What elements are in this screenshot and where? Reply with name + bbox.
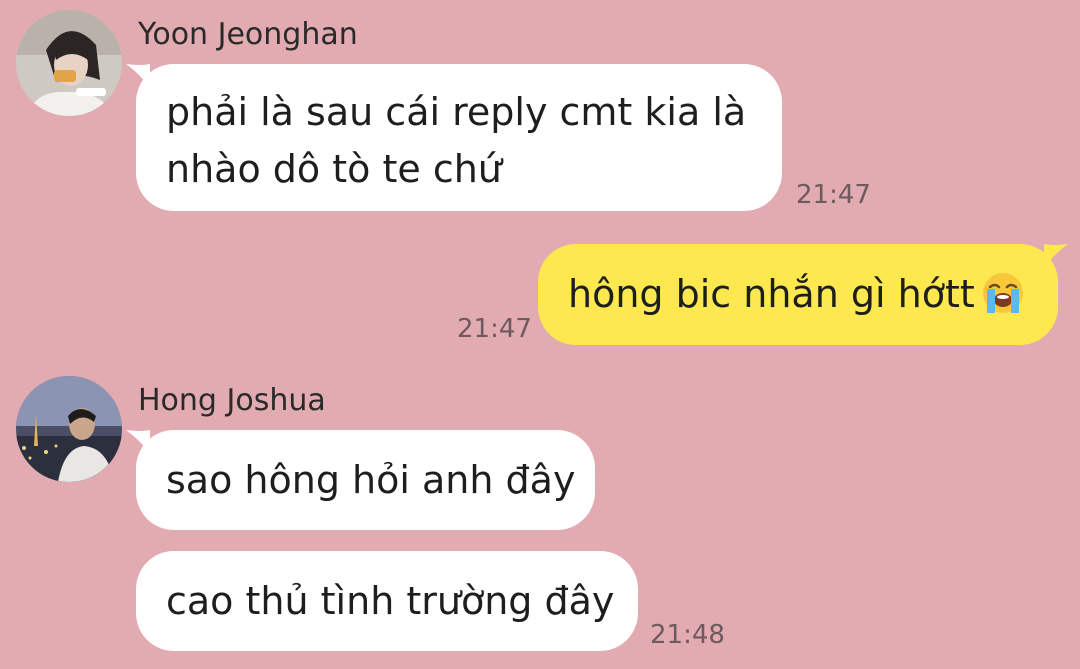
message-text-line: phải là sau cái reply cmt kia là	[166, 90, 747, 134]
message-text: sao hông hỏi anh đây	[166, 458, 576, 502]
avatar-hong-joshua[interactable]	[16, 376, 122, 482]
message-text-line: nhào dô tò te chứ	[166, 147, 502, 191]
message-timestamp: 21:48	[650, 620, 725, 650]
message-bubble[interactable]: phải là sau cái reply cmt kia là nhào dô…	[126, 64, 782, 211]
bubble-tail	[126, 64, 150, 88]
profile-photo-icon	[16, 376, 122, 482]
message-timestamp: 21:47	[796, 180, 871, 210]
bubble-tail	[126, 430, 150, 454]
message-bubble[interactable]: cao thủ tình trường đây	[136, 551, 638, 651]
profile-photo-icon	[16, 10, 122, 116]
sender-name: Hong Joshua	[138, 383, 326, 418]
message-text: hông bic nhắn gì hớtt	[568, 272, 975, 316]
outgoing-message-bubble[interactable]: hông bic nhắn gì hớtt	[538, 244, 1068, 345]
message-text: cao thủ tình trường đây	[166, 579, 615, 623]
loudly-crying-face-icon	[981, 271, 1025, 315]
avatar-yoon-jeonghan[interactable]	[16, 10, 122, 116]
bubble-tail	[1044, 244, 1068, 268]
sender-name: Yoon Jeonghan	[138, 17, 358, 52]
message-timestamp: 21:47	[457, 314, 532, 344]
message-bubble[interactable]: sao hông hỏi anh đây	[126, 430, 595, 530]
